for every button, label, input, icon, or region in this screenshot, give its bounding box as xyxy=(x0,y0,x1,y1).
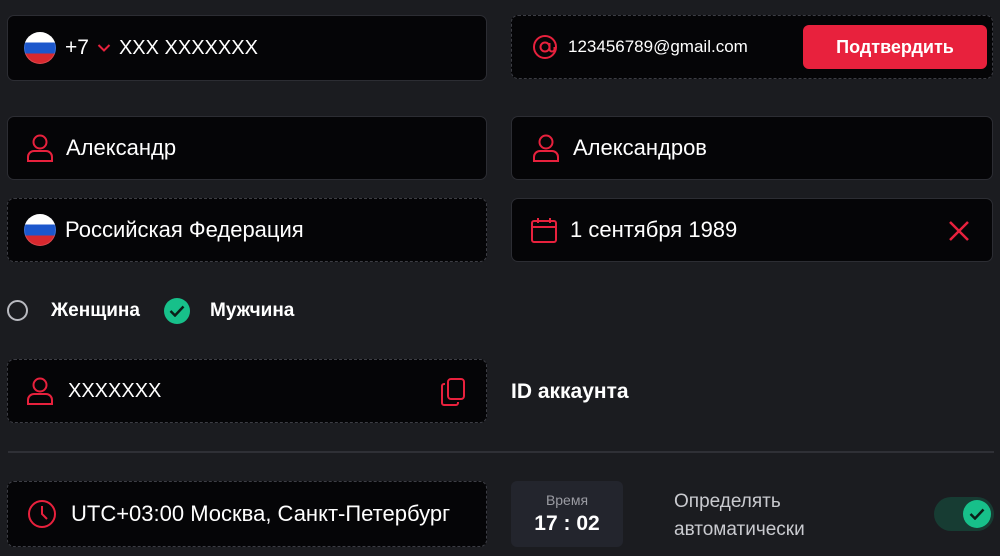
russia-flag-icon xyxy=(24,214,56,246)
first-name-value[interactable]: Александр xyxy=(66,135,176,161)
country-value[interactable]: Российская Федерация xyxy=(65,217,304,243)
current-time-box: Время 17 : 02 xyxy=(511,481,623,547)
radio-checked[interactable] xyxy=(164,298,190,324)
auto-detect-label-line2: автоматически xyxy=(674,519,805,540)
section-divider xyxy=(8,451,994,453)
clock-icon xyxy=(27,499,57,529)
account-id-value: XXXXXXX xyxy=(68,379,162,402)
radio-unchecked[interactable] xyxy=(7,300,28,321)
copy-icon[interactable] xyxy=(440,377,466,407)
birthdate-field[interactable]: 1 сентября 1989 xyxy=(511,198,993,262)
auto-detect-toggle[interactable] xyxy=(934,497,994,531)
phone-country-code[interactable]: +7 xyxy=(65,36,89,60)
time-value: 17 : 02 xyxy=(534,512,600,535)
check-icon xyxy=(169,305,185,317)
account-id-field[interactable]: XXXXXXX xyxy=(7,359,487,423)
russia-flag-icon[interactable] xyxy=(24,32,56,64)
country-field[interactable]: Российская Федерация xyxy=(7,198,487,262)
toggle-knob[interactable] xyxy=(963,500,991,528)
timezone-value[interactable]: UTC+03:00 Москва, Санкт-Петербург xyxy=(71,501,450,527)
phone-number-input[interactable]: XXX XXXXXXX xyxy=(119,37,258,60)
birthdate-value[interactable]: 1 сентября 1989 xyxy=(570,217,737,243)
at-icon xyxy=(532,34,558,60)
close-icon[interactable] xyxy=(948,220,970,242)
phone-field[interactable]: +7 XXX XXXXXXX xyxy=(7,15,487,81)
auto-detect-label: Определять автоматически xyxy=(674,488,805,544)
chevron-down-icon[interactable] xyxy=(97,43,111,53)
gender-female-label[interactable]: Женщина xyxy=(51,300,140,322)
time-label: Время xyxy=(545,492,589,508)
first-name-field[interactable]: Александр xyxy=(7,116,487,180)
timezone-select[interactable]: UTC+03:00 Москва, Санкт-Петербург xyxy=(7,481,487,547)
user-icon xyxy=(26,133,54,163)
last-name-field[interactable]: Александров xyxy=(511,116,993,180)
gender-male-label[interactable]: Мужчина xyxy=(210,300,294,322)
confirm-button[interactable]: Подтвердить xyxy=(803,25,987,69)
email-value[interactable]: 123456789@gmail.com xyxy=(568,37,748,57)
auto-detect-label-line1: Определять xyxy=(674,491,781,512)
user-icon xyxy=(532,133,560,163)
user-icon xyxy=(26,376,54,406)
last-name-value[interactable]: Александров xyxy=(573,135,707,161)
calendar-icon[interactable] xyxy=(530,216,558,244)
check-icon xyxy=(969,508,985,520)
email-field[interactable]: 123456789@gmail.com Подтвердить xyxy=(511,15,993,79)
account-id-label: ID аккаунта xyxy=(511,380,629,403)
